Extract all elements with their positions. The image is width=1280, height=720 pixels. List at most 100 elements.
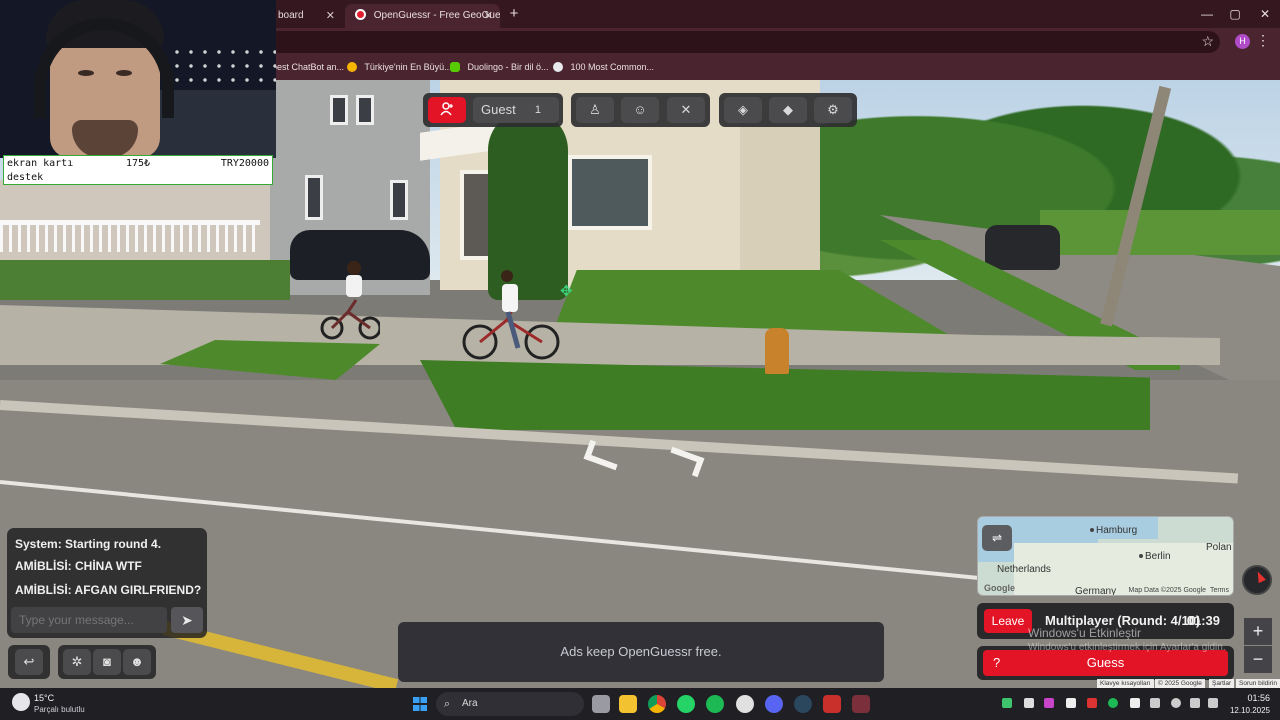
donation-price: 175₺: [126, 158, 151, 169]
question-icon: ?: [993, 655, 1001, 670]
settings-icon[interactable]: ⚙: [814, 97, 852, 123]
tray-icon[interactable]: [1024, 698, 1034, 708]
chat-message: AMİBLİSİ: CHİNA WTF: [15, 559, 142, 573]
taskbar-search[interactable]: ⌕ Ara: [436, 692, 584, 716]
compass-icon[interactable]: [1242, 565, 1272, 595]
minimize-button[interactable]: —: [1192, 4, 1222, 24]
app-icon[interactable]: [852, 695, 870, 713]
taskbar: 15°C Parçalı bulutlu ⌕ Ara 01:56 12.10.2…: [0, 688, 1280, 720]
add-user-button[interactable]: [428, 97, 466, 123]
windows-start-icon[interactable]: [413, 697, 427, 711]
openguessr-favicon-icon: [355, 9, 366, 20]
browser-menu-icon[interactable]: ⋮: [1256, 32, 1270, 49]
bookmark-item[interactable]: 100 Most Common...: [553, 62, 654, 72]
windows-activation-subtitle: Windows'u etkinleştirmek için Ayarlar'a …: [1028, 642, 1226, 653]
steam-icon[interactable]: [794, 695, 812, 713]
weather-temperature[interactable]: 15°C: [34, 693, 54, 703]
shield-icon[interactable]: [823, 695, 841, 713]
back-icon[interactable]: ↩: [15, 649, 43, 675]
duolingo-icon: [450, 62, 460, 72]
tab-label: board: [278, 10, 304, 21]
tray-icon[interactable]: [1044, 698, 1054, 708]
guess-minimap[interactable]: ⇌ Hamburg Berlin Netherlands Germany Pol…: [977, 516, 1234, 596]
tray-icon[interactable]: [1066, 698, 1076, 708]
send-icon[interactable]: ➤: [171, 607, 203, 633]
whatsapp-icon[interactable]: [677, 695, 695, 713]
discord-taskbar-icon[interactable]: [765, 695, 783, 713]
player-toolbar: Guest 1: [423, 93, 563, 127]
reddit-icon[interactable]: ☻: [123, 649, 151, 675]
profile-avatar[interactable]: H: [1235, 34, 1250, 49]
network-icon[interactable]: [1190, 698, 1200, 708]
tab-board[interactable]: board ✕: [268, 4, 342, 28]
tray-icon[interactable]: [1130, 698, 1140, 708]
tray-icon[interactable]: [1087, 698, 1097, 708]
crossed-swords-icon[interactable]: ✕: [667, 97, 705, 123]
ad-banner[interactable]: Ads keep OpenGuessr free.: [398, 622, 884, 682]
bookmark-favicon-icon: [553, 62, 563, 72]
tray-icon[interactable]: [1150, 698, 1160, 708]
map-label: Hamburg: [1090, 525, 1137, 536]
settings-toolbar: ◈ ◆ ⚙: [719, 93, 857, 127]
clock-time[interactable]: 01:56: [1230, 693, 1270, 703]
task-view-icon[interactable]: [592, 695, 610, 713]
donation-widget: ekran kartı 175₺ TRY20000 destek: [3, 155, 273, 185]
windows-activation-title: Windows'u Etkinleştir: [1028, 626, 1141, 640]
discord-icon[interactable]: ◙: [93, 649, 121, 675]
report-problem-link[interactable]: Sorun bildirin: [1236, 679, 1280, 688]
bookmark-item[interactable]: Türkiye'nin En Büyü...: [347, 62, 452, 72]
expand-map-icon[interactable]: ⇌: [982, 525, 1012, 551]
google-logo: Google: [984, 583, 1015, 593]
map-label: Polan: [1206, 542, 1232, 553]
player-name[interactable]: Guest 1: [473, 97, 559, 123]
clock-date[interactable]: 12.10.2025: [1222, 706, 1270, 715]
weather-icon[interactable]: [12, 693, 30, 711]
player-icon[interactable]: ♙: [576, 97, 614, 123]
chat-message: System: Starting round 4.: [15, 537, 162, 551]
obs-icon[interactable]: [736, 695, 754, 713]
weather-description[interactable]: Parçalı bulutlu: [34, 705, 85, 714]
bookmark-favicon-icon: [347, 62, 357, 72]
map-label: Germany: [1075, 586, 1117, 596]
tab-openguessr[interactable]: OpenGuessr - Free GeoGuessr ✕: [345, 4, 500, 28]
volume-icon[interactable]: [1208, 698, 1218, 708]
terms-link[interactable]: Şartlar: [1209, 679, 1235, 688]
leave-button[interactable]: Leave: [984, 609, 1032, 633]
layers-icon[interactable]: ◈: [724, 97, 762, 123]
donation-label: destek: [7, 172, 44, 183]
spotify-icon[interactable]: [706, 695, 724, 713]
tab-close-icon[interactable]: ✕: [484, 4, 493, 28]
cyclist: [320, 261, 380, 340]
cap-icon[interactable]: ◆: [769, 97, 807, 123]
webcam-overlay: [0, 0, 276, 158]
map-label: Netherlands: [997, 564, 1051, 575]
tab-close-icon[interactable]: ✕: [326, 4, 335, 28]
bookmark-item[interactable]: Duolingo - Bir dil ö...: [450, 62, 549, 72]
tray-icon[interactable]: [1002, 698, 1012, 708]
close-window-button[interactable]: ✕: [1250, 4, 1280, 24]
address-bar[interactable]: [150, 31, 1220, 53]
maximize-button[interactable]: ▢: [1220, 4, 1250, 24]
add-user-icon: [440, 102, 453, 116]
bookmark-item[interactable]: best ChatBot an...: [272, 62, 344, 72]
microphone-icon[interactable]: [1171, 698, 1181, 708]
zoom-in-button[interactable]: +: [1244, 618, 1272, 645]
chat-panel: System: Starting round 4. AMİBLİSİ: CHİN…: [7, 528, 207, 638]
tray-icon[interactable]: [1108, 698, 1118, 708]
keyboard-shortcuts-link[interactable]: Klavye kısayolları: [1097, 679, 1154, 688]
chat-input[interactable]: [11, 607, 167, 633]
donation-goal: TRY20000: [220, 158, 269, 169]
file-explorer-icon[interactable]: [619, 695, 637, 713]
guess-button[interactable]: ? Guess: [983, 650, 1228, 676]
new-tab-button[interactable]: +: [505, 4, 523, 24]
chrome-icon[interactable]: [648, 695, 666, 713]
player-count: 1: [534, 104, 541, 116]
donation-item: ekran kartı: [7, 158, 74, 169]
bug-report-icon[interactable]: ✲: [63, 649, 91, 675]
party-icon[interactable]: ☺: [621, 97, 659, 123]
screen: board ✕ OpenGuessr - Free GeoGuessr ✕ + …: [0, 0, 1280, 720]
zoom-out-button[interactable]: −: [1244, 646, 1272, 673]
back-group: ↩: [8, 645, 50, 679]
tab-label: OpenGuessr - Free GeoGuessr: [373, 10, 500, 21]
bookmark-star-icon[interactable]: ☆: [1201, 33, 1214, 50]
